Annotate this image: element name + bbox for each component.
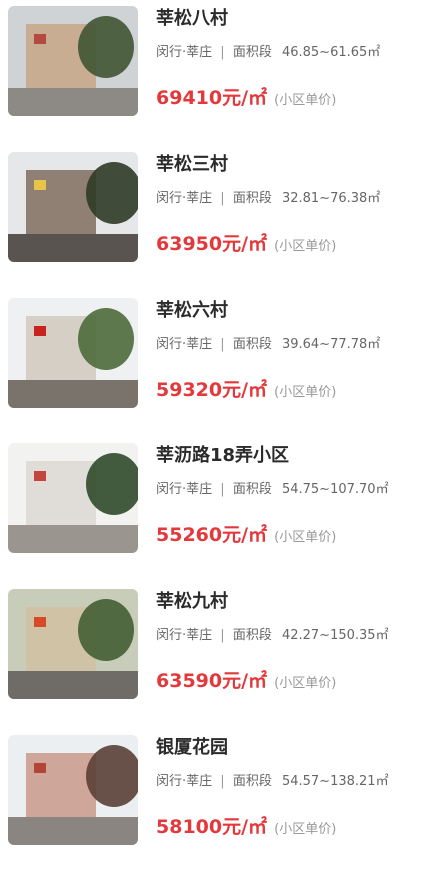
- photo-tree: [78, 16, 134, 78]
- unit-price-note: (小区单价): [274, 239, 337, 254]
- community-meta: 闵行·莘庄 | 面积段 54.75~107.70㎡: [156, 478, 389, 497]
- community-list-item[interactable]: 莘松六村 闵行·莘庄 | 面积段 39.64~77.78㎡ 59320元/㎡ (…: [0, 292, 429, 438]
- community-photo[interactable]: [8, 152, 138, 262]
- district: 闵行·莘庄: [156, 774, 213, 789]
- photo-road: [8, 88, 138, 116]
- community-name[interactable]: 莘松九村: [156, 587, 228, 613]
- separator: |: [220, 45, 225, 60]
- photo-tree: [86, 453, 138, 515]
- area-range: 42.27~150.35㎡: [281, 628, 389, 643]
- area-label: 面积段: [232, 337, 272, 352]
- community-name[interactable]: 莘松八村: [156, 4, 228, 30]
- community-list-item[interactable]: 银厦花园 闵行·莘庄 | 面积段 54.57~138.21㎡ 58100元/㎡ …: [0, 729, 429, 875]
- photo-tree: [78, 308, 134, 370]
- community-photo[interactable]: [8, 589, 138, 699]
- area-label: 面积段: [232, 45, 272, 60]
- separator: |: [220, 774, 225, 789]
- photo-tree: [86, 745, 138, 807]
- unit-price-note: (小区单价): [274, 676, 337, 691]
- district: 闵行·莘庄: [156, 482, 213, 497]
- district: 闵行·莘庄: [156, 191, 213, 206]
- community-list: 莘松八村 闵行·莘庄 | 面积段 46.85~61.65㎡ 69410元/㎡ (…: [0, 0, 429, 848]
- unit-price: 59320元/㎡: [156, 379, 268, 401]
- photo-road: [8, 671, 138, 699]
- community-name[interactable]: 莘松三村: [156, 150, 228, 176]
- community-name[interactable]: 莘沥路18弄小区: [156, 441, 289, 467]
- district: 闵行·莘庄: [156, 45, 213, 60]
- community-photo[interactable]: [8, 298, 138, 408]
- price-row: 58100元/㎡ (小区单价): [156, 812, 336, 839]
- photo-window: [34, 471, 46, 481]
- photo-tree: [78, 599, 134, 661]
- price-row: 63590元/㎡ (小区单价): [156, 666, 336, 693]
- unit-price: 69410元/㎡: [156, 87, 268, 109]
- community-list-item[interactable]: 莘松九村 闵行·莘庄 | 面积段 42.27~150.35㎡ 63590元/㎡ …: [0, 583, 429, 729]
- community-list-item[interactable]: 莘松三村 闵行·莘庄 | 面积段 32.81~76.38㎡ 63950元/㎡ (…: [0, 146, 429, 292]
- price-row: 59320元/㎡ (小区单价): [156, 375, 336, 402]
- community-name[interactable]: 莘松六村: [156, 296, 228, 322]
- price-row: 55260元/㎡ (小区单价): [156, 520, 336, 547]
- community-list-item[interactable]: 莘松八村 闵行·莘庄 | 面积段 46.85~61.65㎡ 69410元/㎡ (…: [0, 0, 429, 146]
- community-list-item[interactable]: 莘沥路18弄小区 闵行·莘庄 | 面积段 54.75~107.70㎡ 55260…: [0, 437, 429, 583]
- photo-window: [34, 763, 46, 773]
- photo-window: [34, 180, 46, 190]
- area-range: 54.57~138.21㎡: [281, 774, 389, 789]
- district: 闵行·莘庄: [156, 337, 213, 352]
- unit-price-note: (小区单价): [274, 822, 337, 837]
- photo-road: [8, 525, 138, 553]
- district: 闵行·莘庄: [156, 628, 213, 643]
- community-meta: 闵行·莘庄 | 面积段 32.81~76.38㎡: [156, 187, 380, 206]
- unit-price-note: (小区单价): [274, 93, 337, 108]
- photo-window: [34, 34, 46, 44]
- photo-window: [34, 326, 46, 336]
- separator: |: [220, 337, 225, 352]
- area-range: 39.64~77.78㎡: [281, 337, 381, 352]
- separator: |: [220, 628, 225, 643]
- unit-price: 63590元/㎡: [156, 670, 268, 692]
- photo-tree: [86, 162, 138, 224]
- community-meta: 闵行·莘庄 | 面积段 46.85~61.65㎡: [156, 41, 380, 60]
- area-label: 面积段: [232, 628, 272, 643]
- community-photo[interactable]: [8, 6, 138, 116]
- price-row: 69410元/㎡ (小区单价): [156, 83, 336, 110]
- unit-price: 58100元/㎡: [156, 816, 268, 838]
- unit-price-note: (小区单价): [274, 385, 337, 400]
- area-label: 面积段: [232, 482, 272, 497]
- separator: |: [220, 482, 225, 497]
- community-meta: 闵行·莘庄 | 面积段 42.27~150.35㎡: [156, 624, 389, 643]
- community-meta: 闵行·莘庄 | 面积段 39.64~77.78㎡: [156, 333, 380, 352]
- community-name[interactable]: 银厦花园: [156, 733, 228, 759]
- unit-price: 55260元/㎡: [156, 524, 268, 546]
- community-meta: 闵行·莘庄 | 面积段 54.57~138.21㎡: [156, 770, 389, 789]
- photo-road: [8, 817, 138, 845]
- area-range: 46.85~61.65㎡: [281, 45, 381, 60]
- area-label: 面积段: [232, 191, 272, 206]
- unit-price: 63950元/㎡: [156, 233, 268, 255]
- area-range: 32.81~76.38㎡: [281, 191, 381, 206]
- photo-window: [34, 617, 46, 627]
- area-label: 面积段: [232, 774, 272, 789]
- community-photo[interactable]: [8, 735, 138, 845]
- community-photo[interactable]: [8, 443, 138, 553]
- photo-road: [8, 234, 138, 262]
- separator: |: [220, 191, 225, 206]
- photo-road: [8, 380, 138, 408]
- area-range: 54.75~107.70㎡: [281, 482, 389, 497]
- price-row: 63950元/㎡ (小区单价): [156, 229, 336, 256]
- unit-price-note: (小区单价): [274, 530, 337, 545]
